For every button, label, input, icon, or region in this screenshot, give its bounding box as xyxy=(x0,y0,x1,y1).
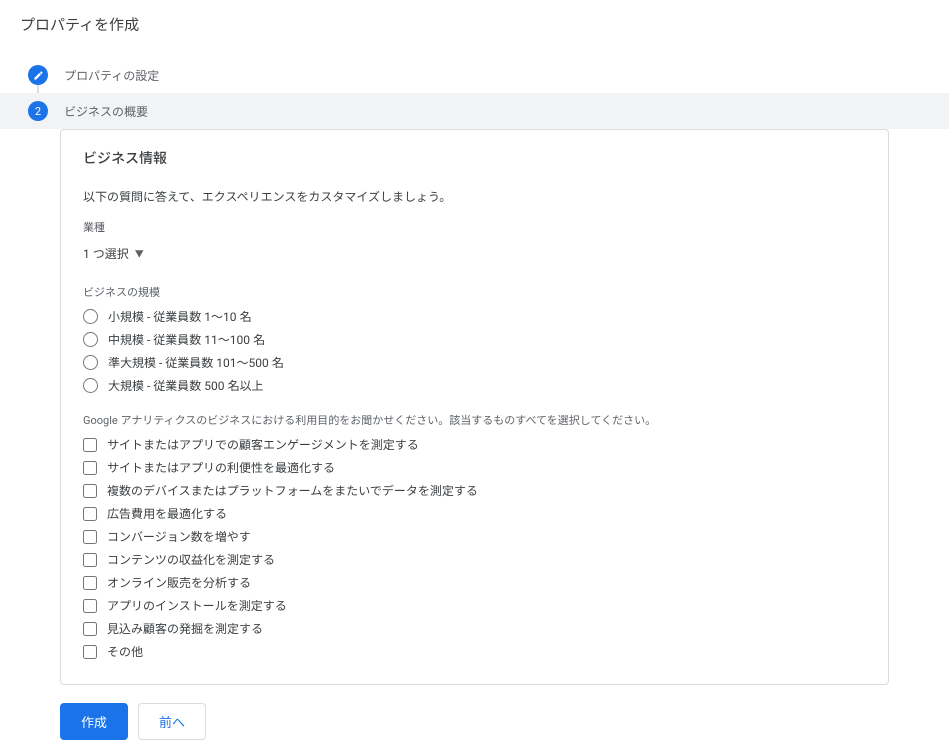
size-option-xlarge[interactable]: 大規模 - 従業員数 500 名以上 xyxy=(83,377,866,394)
checkbox-input[interactable] xyxy=(83,576,97,590)
size-option-large[interactable]: 準大規模 - 従業員数 101～500 名 xyxy=(83,354,866,371)
checkbox-input[interactable] xyxy=(83,622,97,636)
option-label: サイトまたはアプリでの顧客エンゲージメントを測定する xyxy=(107,436,419,453)
option-label: 中規模 - 従業員数 11～100 名 xyxy=(108,331,265,348)
purpose-option[interactable]: コンテンツの収益化を測定する xyxy=(83,551,866,568)
card-title: ビジネス情報 xyxy=(83,148,866,168)
checkbox-input[interactable] xyxy=(83,645,97,659)
purpose-option[interactable]: 見込み顧客の発掘を測定する xyxy=(83,620,866,637)
option-label: 大規模 - 従業員数 500 名以上 xyxy=(108,377,263,394)
checkbox-input[interactable] xyxy=(83,438,97,452)
option-label: アプリのインストールを測定する xyxy=(107,597,287,614)
step-business-overview: 2 ビジネスの概要 xyxy=(0,93,949,129)
radio-input[interactable] xyxy=(83,332,98,347)
industry-dropdown[interactable]: 1 つ選択 ▼ xyxy=(83,241,144,266)
option-label: コンテンツの収益化を測定する xyxy=(107,551,275,568)
purpose-group: サイトまたはアプリでの顧客エンゲージメントを測定する サイトまたはアプリの利便性… xyxy=(83,436,866,660)
radio-input[interactable] xyxy=(83,378,98,393)
page-title: プロパティを作成 xyxy=(0,0,949,49)
step-label: ビジネスの概要 xyxy=(64,103,148,120)
checkbox-input[interactable] xyxy=(83,484,97,498)
option-label: その他 xyxy=(107,643,143,660)
card-intro: 以下の質問に答えて、エクスペリエンスをカスタマイズしましょう。 xyxy=(83,188,866,205)
size-option-medium[interactable]: 中規模 - 従業員数 11～100 名 xyxy=(83,331,866,348)
option-label: 見込み顧客の発掘を測定する xyxy=(107,620,263,637)
purpose-option[interactable]: サイトまたはアプリでの顧客エンゲージメントを測定する xyxy=(83,436,866,453)
chevron-down-icon: ▼ xyxy=(135,247,144,260)
checkbox-input[interactable] xyxy=(83,553,97,567)
action-bar: 作成 前へ xyxy=(60,703,889,740)
option-label: 広告費用を最適化する xyxy=(107,505,227,522)
purpose-option[interactable]: オンライン販売を分析する xyxy=(83,574,866,591)
size-option-small[interactable]: 小規模 - 従業員数 1～10 名 xyxy=(83,308,866,325)
purpose-option[interactable]: コンバージョン数を増やす xyxy=(83,528,866,545)
option-label: 準大規模 - 従業員数 101～500 名 xyxy=(108,354,284,371)
option-label: 複数のデバイスまたはプラットフォームをまたいでデータを測定する xyxy=(107,482,478,499)
option-label: サイトまたはアプリの利便性を最適化する xyxy=(107,459,335,476)
step-property-settings[interactable]: プロパティの設定 xyxy=(0,57,949,93)
dropdown-value: 1 つ選択 xyxy=(83,245,129,262)
size-label: ビジネスの規模 xyxy=(83,284,866,300)
checkbox-input[interactable] xyxy=(83,599,97,613)
purpose-label: Google アナリティクスのビジネスにおける利用目的をお聞かせください。該当す… xyxy=(83,412,866,428)
checkbox-input[interactable] xyxy=(83,461,97,475)
option-label: コンバージョン数を増やす xyxy=(107,528,251,545)
purpose-option[interactable]: サイトまたはアプリの利便性を最適化する xyxy=(83,459,866,476)
industry-label: 業種 xyxy=(83,219,866,235)
step-label: プロパティの設定 xyxy=(64,67,159,84)
checkbox-input[interactable] xyxy=(83,507,97,521)
create-button[interactable]: 作成 xyxy=(60,703,128,740)
stepper: プロパティの設定 2 ビジネスの概要 xyxy=(0,57,949,129)
purpose-option[interactable]: その他 xyxy=(83,643,866,660)
business-info-card: ビジネス情報 以下の質問に答えて、エクスペリエンスをカスタマイズしましょう。 業… xyxy=(60,129,889,685)
back-button[interactable]: 前へ xyxy=(138,703,206,740)
option-label: オンライン販売を分析する xyxy=(107,574,251,591)
radio-input[interactable] xyxy=(83,355,98,370)
checkbox-input[interactable] xyxy=(83,530,97,544)
purpose-option[interactable]: 複数のデバイスまたはプラットフォームをまたいでデータを測定する xyxy=(83,482,866,499)
business-size-group: 小規模 - 従業員数 1～10 名 中規模 - 従業員数 11～100 名 準大… xyxy=(83,308,866,394)
purpose-option[interactable]: 広告費用を最適化する xyxy=(83,505,866,522)
purpose-option[interactable]: アプリのインストールを測定する xyxy=(83,597,866,614)
pencil-icon xyxy=(28,65,48,85)
step-number-badge: 2 xyxy=(28,101,48,121)
option-label: 小規模 - 従業員数 1～10 名 xyxy=(108,308,251,325)
radio-input[interactable] xyxy=(83,309,98,324)
